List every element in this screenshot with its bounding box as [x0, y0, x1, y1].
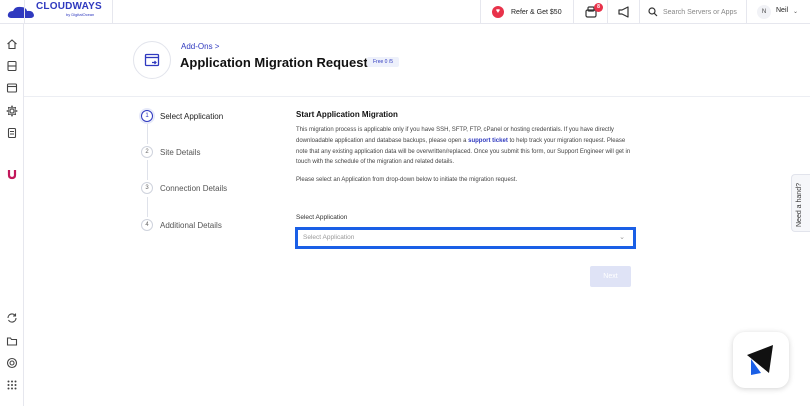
refer-label: Refer & Get $50	[511, 8, 562, 16]
step-additional-details[interactable]: 4 Additional Details	[141, 218, 222, 232]
cloud-logo-icon	[7, 6, 34, 18]
sync-icon[interactable]	[6, 311, 18, 323]
step-label: Select Application	[160, 111, 224, 121]
section-heading: Start Application Migration	[296, 110, 398, 119]
apps-grid-icon[interactable]	[6, 378, 18, 390]
step-label: Connection Details	[160, 183, 228, 193]
free-quota-badge: Free 0 /5	[367, 57, 399, 67]
sidebar	[0, 24, 24, 406]
step-label: Additional Details	[160, 220, 222, 230]
step-number: 2	[141, 146, 153, 158]
top-bar: CLOUDWAYS by DigitalOcean ♥ Refer & Get …	[0, 0, 810, 24]
cloudways-logo[interactable]	[6, 3, 36, 21]
brand-name: CLOUDWAYS	[36, 1, 102, 12]
migration-content: Start Application Migration This migrati…	[296, 110, 636, 183]
search-field[interactable]: Search Servers or Apps	[648, 0, 737, 24]
document-stack-icon[interactable]	[6, 126, 18, 139]
need-help-label: Need a hand?	[796, 183, 803, 227]
step-site-details[interactable]: 2 Site Details	[141, 145, 200, 159]
topbar-divider	[24, 0, 25, 24]
chevron-down-icon[interactable]: ⌄	[793, 8, 798, 15]
chat-logo-icon	[747, 345, 773, 375]
folder-icon[interactable]	[6, 334, 18, 346]
chevron-down-icon: ⌄	[619, 234, 625, 241]
instruction-text: Please select an Application from drop-d…	[296, 177, 518, 184]
step-connector	[147, 160, 148, 180]
step-label: Site Details	[160, 147, 201, 157]
select-application-label: Select Application	[296, 214, 348, 221]
header-divider	[24, 96, 810, 97]
brand-sub: by DigitalOcean	[66, 12, 95, 17]
notification-badge: 8	[594, 3, 603, 12]
topbar-divider	[639, 0, 640, 24]
u-brand-icon[interactable]	[6, 167, 18, 180]
topbar-divider	[480, 0, 481, 24]
settings-gear-icon[interactable]	[5, 104, 19, 118]
server-icon[interactable]	[6, 59, 18, 72]
step-number: 1	[141, 110, 153, 122]
page-title: Application Migration Request	[180, 55, 368, 70]
step-number: 4	[141, 219, 153, 231]
step-connection-details[interactable]: 3 Connection Details	[141, 181, 227, 195]
migration-description: This migration process is applicable onl…	[296, 127, 631, 166]
window-arrow-icon	[144, 53, 160, 67]
search-placeholder: Search Servers or Apps	[663, 8, 737, 16]
window-icon[interactable]	[6, 81, 18, 93]
next-button[interactable]: Next	[590, 266, 631, 287]
refer-button[interactable]: ♥ Refer & Get $50	[492, 0, 562, 24]
step-connector	[147, 197, 148, 217]
step-connector	[147, 124, 148, 144]
topbar-divider	[573, 0, 574, 24]
topbar-divider	[746, 0, 747, 24]
support-icon[interactable]	[6, 356, 18, 369]
home-icon[interactable]	[6, 37, 18, 50]
megaphone-icon[interactable]	[617, 5, 631, 19]
chat-widget-button[interactable]	[733, 332, 789, 388]
step-select-application[interactable]: 1 Select Application	[141, 109, 223, 123]
topbar-divider	[112, 0, 113, 24]
select-placeholder: Select Application	[303, 234, 355, 241]
select-application-dropdown[interactable]: Select Application ⌄	[295, 227, 636, 249]
heart-icon: ♥	[492, 6, 504, 18]
avatar[interactable]: N	[757, 5, 771, 19]
topbar-divider	[607, 0, 608, 24]
migration-icon	[133, 41, 171, 79]
user-name[interactable]: Neil	[776, 7, 788, 14]
need-help-tab[interactable]: Need a hand?	[791, 174, 810, 232]
breadcrumb[interactable]: Add-Ons >	[181, 42, 219, 51]
step-number: 3	[141, 182, 153, 194]
support-ticket-link[interactable]: support ticket	[468, 138, 508, 144]
search-icon	[648, 7, 658, 17]
